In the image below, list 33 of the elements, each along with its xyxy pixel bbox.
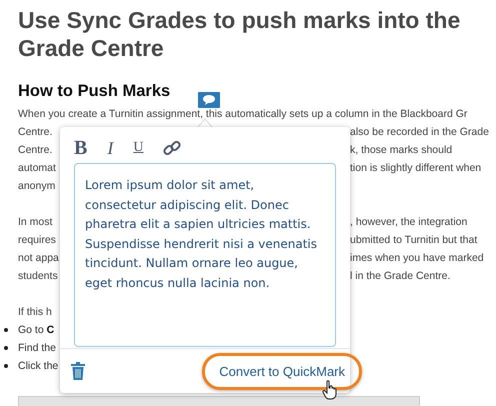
paragraph-text: l in the Grade Centre.: [350, 269, 450, 284]
paragraph-text: Centre.: [18, 125, 54, 140]
paragraph-text: imes when you have marked: [350, 251, 484, 266]
bold-button[interactable]: B: [74, 136, 88, 160]
paragraph-text: In most: [18, 215, 54, 230]
comment-icon[interactable]: [198, 92, 220, 108]
convert-to-quickmark-button[interactable]: Convert to QuickMark: [202, 352, 362, 390]
paragraph-text: anonym: [18, 179, 56, 194]
paragraph-text: ubmitted to Turnitin but that: [350, 233, 478, 248]
italic-button[interactable]: I: [107, 138, 114, 158]
paragraph-text: , however, the integration: [350, 215, 468, 230]
paragraph-text: students: [18, 269, 59, 284]
bullet-icon: [4, 346, 8, 350]
bullet-icon: [4, 328, 8, 332]
paragraph-text: also be recorded in the Grade: [350, 125, 489, 140]
bullet-icon: [4, 364, 8, 368]
paragraph-text: not appa: [18, 251, 60, 266]
paragraph-text: tion is slightly different when: [350, 161, 482, 176]
paragraph-text: k, those marks should: [350, 143, 452, 158]
section-heading: How to Push Marks: [18, 82, 170, 101]
comment-field[interactable]: Lorem ipsum dolor sit amet, consectetur adipiscing elit. Donec pharetra elit a sapien ultricies mattis. Suspendisse hendrerit nisi a venenatis tincidunt. Nullam ornare leo augue, eget rhoncus nulla lacinia non.: [74, 163, 336, 347]
list-item-text: Go to C: [18, 324, 54, 336]
page-title: Use Sync Grades to push marks into the Grade Centre: [18, 6, 462, 62]
paragraph-text: If this h: [18, 305, 53, 320]
underline-button[interactable]: U: [133, 140, 144, 156]
paragraph-text: requires: [18, 233, 57, 248]
list-item-text: Click the: [18, 360, 58, 372]
paragraph-text: Centre.: [18, 143, 54, 158]
paragraph-text: When you create a Turnitin assignment, this automatically sets up a column in the Blackboard Gr: [18, 107, 468, 122]
list-item-text: Find the: [18, 342, 56, 354]
paragraph-text: automat: [18, 161, 57, 176]
trash-icon[interactable]: [70, 362, 86, 380]
link-icon[interactable]: [163, 139, 182, 157]
